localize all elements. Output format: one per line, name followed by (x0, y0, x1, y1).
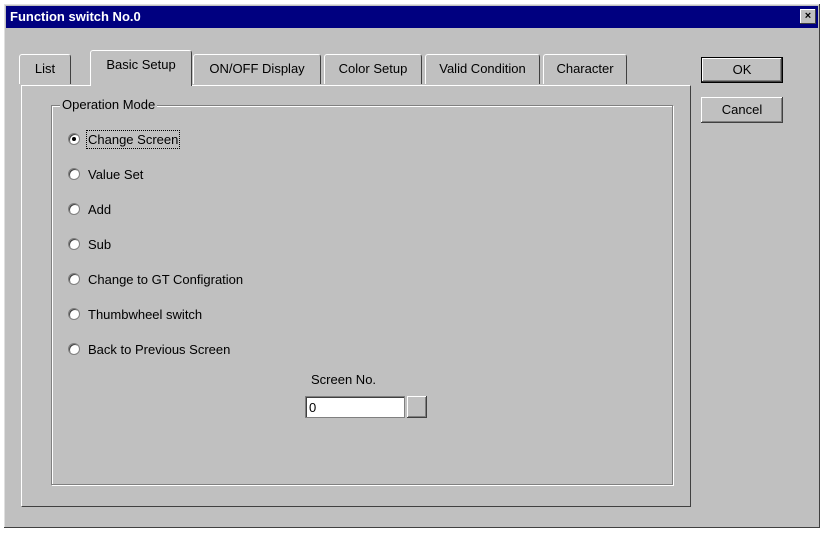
radio-label: Back to Previous Screen (88, 341, 231, 357)
operation-mode-label: Operation Mode (60, 97, 158, 112)
radio-thumbwheel-switch[interactable]: Thumbwheel switch (68, 305, 202, 323)
tab-label: List (34, 61, 56, 76)
radio-button[interactable] (68, 343, 80, 355)
radio-label: Value Set (88, 166, 144, 182)
tab-label: Basic Setup (106, 57, 176, 72)
tab-label: Color Setup (338, 61, 408, 76)
radio-label: Change Screen (85, 129, 181, 149)
tab-label: Valid Condition (439, 61, 526, 76)
radio-button[interactable] (68, 308, 80, 320)
radio-value-set[interactable]: Value Set (68, 165, 143, 183)
radio-button[interactable] (68, 238, 80, 250)
tab-list[interactable]: List (19, 54, 71, 84)
screen-no-label: Screen No. (311, 372, 377, 387)
tab-on-off-display[interactable]: ON/OFF Display (193, 54, 321, 84)
radio-button-checked[interactable] (68, 133, 80, 145)
operation-mode-group: Operation Mode Change Screen Value Set A… (51, 97, 673, 485)
tab-label: ON/OFF Display (209, 61, 305, 76)
tab-color-setup[interactable]: Color Setup (324, 54, 422, 84)
radio-label: Thumbwheel switch (88, 306, 203, 322)
close-icon[interactable]: × (800, 9, 816, 24)
cancel-button[interactable]: Cancel (701, 97, 783, 123)
radio-button[interactable] (68, 168, 80, 180)
title-bar[interactable]: Function switch No.0 × (6, 6, 818, 28)
radio-add[interactable]: Add (68, 200, 111, 218)
tab-panel-basic-setup: Operation Mode Change Screen Value Set A… (21, 85, 691, 507)
radio-change-screen[interactable]: Change Screen (68, 129, 181, 149)
radio-back-to-previous-screen[interactable]: Back to Previous Screen (68, 340, 230, 358)
tab-label: Character (556, 61, 614, 76)
radio-change-to-gt-configuration[interactable]: Change to GT Configration (68, 270, 243, 288)
radio-button[interactable] (68, 273, 80, 285)
window-title: Function switch No.0 (10, 9, 141, 24)
tab-valid-condition[interactable]: Valid Condition (425, 54, 540, 84)
tab-basic-setup[interactable]: Basic Setup (90, 50, 192, 86)
radio-button[interactable] (68, 203, 80, 215)
radio-sub[interactable]: Sub (68, 235, 111, 253)
radio-label: Change to GT Configration (88, 271, 244, 287)
radio-label: Sub (88, 236, 112, 252)
dialog-window: Function switch No.0 × List Basic Setup … (4, 4, 820, 528)
ok-button[interactable]: OK (701, 57, 783, 83)
radio-label: Add (88, 201, 112, 217)
tab-character[interactable]: Character (543, 54, 627, 84)
screen-no-browse-button[interactable] (407, 396, 427, 418)
screen-no-input[interactable] (305, 396, 405, 418)
